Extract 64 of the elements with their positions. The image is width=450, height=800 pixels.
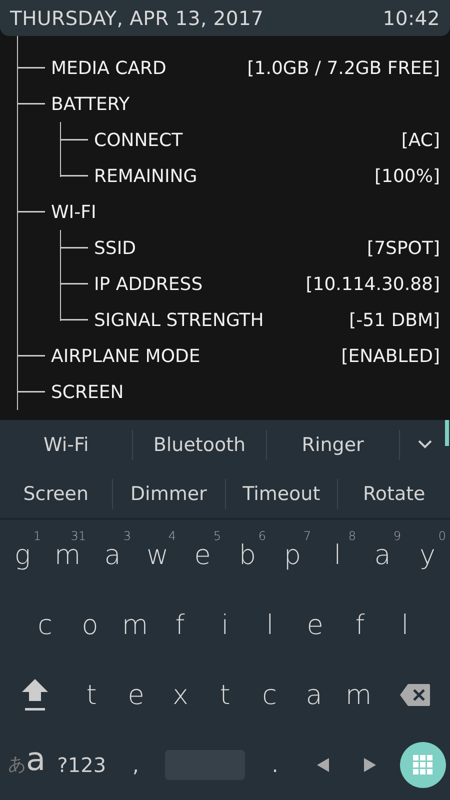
- letter-key[interactable]: m 31: [45, 525, 90, 585]
- setting-value: [100%]: [374, 166, 440, 186]
- suggestion-chip[interactable]: Wi-Fi: [0, 424, 132, 464]
- language-key[interactable]: あa: [8, 740, 46, 790]
- letter-key[interactable]: p 7: [270, 525, 315, 585]
- scroll-indicator: [445, 420, 449, 446]
- suggestion-chip[interactable]: Ringer: [266, 424, 399, 464]
- setting-label: SIGNAL STRENGTH: [94, 310, 264, 330]
- setting-label: REMAINING: [94, 166, 198, 186]
- letter-key[interactable]: c: [247, 665, 292, 725]
- letter-key[interactable]: e 5: [180, 525, 225, 585]
- suggestion-chip[interactable]: Timeout: [226, 474, 338, 514]
- setting-label: BATTERY: [51, 94, 130, 114]
- letter-key[interactable]: f: [158, 595, 202, 655]
- setting-label: SSID: [94, 238, 136, 258]
- suggestion-chip[interactable]: Bluetooth: [133, 424, 266, 464]
- letter-key[interactable]: l: [382, 595, 428, 655]
- setting-label: IP ADDRESS: [94, 274, 203, 294]
- setting-value: [-51 DBM]: [349, 310, 440, 330]
- backspace-icon: [399, 683, 432, 707]
- symbol-key[interactable]: ?123: [57, 740, 106, 790]
- letter-key[interactable]: o: [68, 595, 112, 655]
- letter-key[interactable]: t: [69, 665, 114, 725]
- suggestion-chip[interactable]: Screen: [0, 474, 112, 514]
- shift-icon: [20, 677, 49, 713]
- setting-label: AIRPLANE MODE: [51, 346, 200, 366]
- letter-key[interactable]: f: [338, 595, 382, 655]
- right-triangle-icon: [363, 757, 378, 773]
- setting-value: [1.0GB / 7.2GB FREE]: [247, 58, 440, 78]
- left-triangle-icon: [316, 757, 330, 773]
- letter-key[interactable]: l: [248, 595, 292, 655]
- letter-key[interactable]: g 1: [0, 525, 45, 585]
- letter-key[interactable]: c: [22, 595, 68, 655]
- clock-text: 10:42: [382, 6, 440, 30]
- letter-key[interactable]: e: [292, 595, 338, 655]
- symbol-key[interactable]: .: [257, 740, 294, 790]
- date-text: THURSDAY, APR 13, 2017: [10, 6, 264, 30]
- letter-key[interactable]: b 6: [225, 525, 270, 585]
- setting-value: [AC]: [401, 130, 440, 150]
- letter-key[interactable]: x: [158, 665, 203, 725]
- setting-label: WI-FI: [51, 202, 96, 222]
- letter-key[interactable]: l 8: [315, 525, 360, 585]
- suggestion-chip[interactable]: Rotate: [338, 474, 450, 514]
- setting-value: [ENABLED]: [341, 346, 440, 366]
- setting-value: [7SPOT]: [367, 238, 440, 258]
- letter-key[interactable]: i: [202, 595, 248, 655]
- letter-key[interactable]: a 3: [90, 525, 135, 585]
- symbol-key[interactable]: ,: [118, 740, 154, 790]
- setting-label: SCREEN: [51, 382, 124, 402]
- letter-key[interactable]: w 4: [135, 525, 180, 585]
- chevron-down-icon: [418, 440, 432, 449]
- letter-key[interactable]: m: [336, 665, 381, 725]
- grid-icon: [413, 755, 433, 775]
- setting-label: CONNECT: [94, 130, 183, 150]
- keypad-button[interactable]: [400, 742, 446, 788]
- letter-key[interactable]: m: [112, 595, 158, 655]
- letter-key[interactable]: t: [202, 665, 248, 725]
- letter-key[interactable]: a 9: [360, 525, 405, 585]
- setting-value: [10.114.30.88]: [306, 274, 440, 294]
- setting-label: MEDIA CARD: [51, 58, 166, 78]
- suggestion-chip[interactable]: Dimmer: [112, 474, 224, 514]
- letter-key[interactable]: y 0: [405, 525, 450, 585]
- letter-key[interactable]: a: [292, 665, 336, 725]
- letter-key[interactable]: e: [114, 665, 158, 725]
